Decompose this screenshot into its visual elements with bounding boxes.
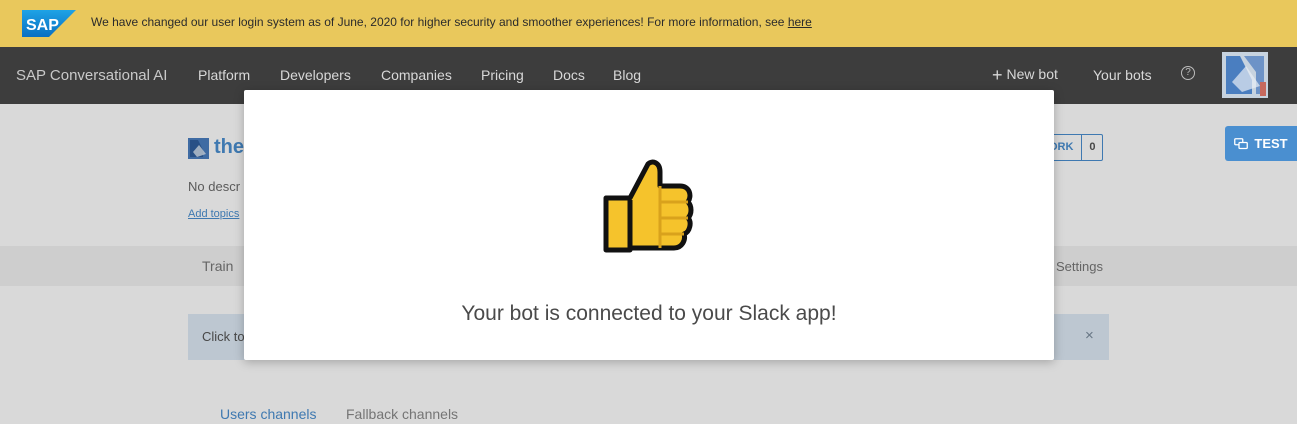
new-bot-button[interactable]: + New bot [992, 65, 1058, 86]
connection-success-modal: Your bot is connected to your Slack app! [244, 90, 1054, 360]
modal-message: Your bot is connected to your Slack app! [461, 302, 837, 325]
user-avatar[interactable] [1222, 52, 1268, 98]
your-bots-link[interactable]: Your bots [1093, 67, 1152, 83]
nav-pricing[interactable]: Pricing [481, 67, 524, 83]
nav-blog[interactable]: Blog [613, 67, 641, 83]
nav-platform[interactable]: Platform [198, 67, 250, 83]
announcement-banner: SAP We have changed our user login syste… [0, 0, 1297, 47]
svg-text:SAP: SAP [26, 17, 59, 34]
banner-message: We have changed our user login system as… [91, 15, 812, 29]
test-button-label: TEST [1254, 136, 1288, 151]
help-icon[interactable]: ? [1181, 66, 1195, 80]
nav-docs[interactable]: Docs [553, 67, 585, 83]
plus-icon: + [992, 65, 1003, 85]
chat-bubbles-icon [1234, 137, 1249, 149]
nav-companies[interactable]: Companies [381, 67, 452, 83]
sap-logo: SAP [22, 10, 76, 37]
banner-here-link[interactable]: here [788, 15, 812, 29]
new-bot-label: New bot [1006, 66, 1058, 82]
avatar-image [1222, 52, 1268, 98]
brand-name[interactable]: SAP Conversational AI [16, 67, 167, 84]
nav-developers[interactable]: Developers [280, 67, 351, 83]
thumbs-up-icon [603, 159, 694, 253]
test-bot-button[interactable]: TEST [1225, 126, 1297, 161]
banner-message-text: We have changed our user login system as… [91, 15, 788, 29]
